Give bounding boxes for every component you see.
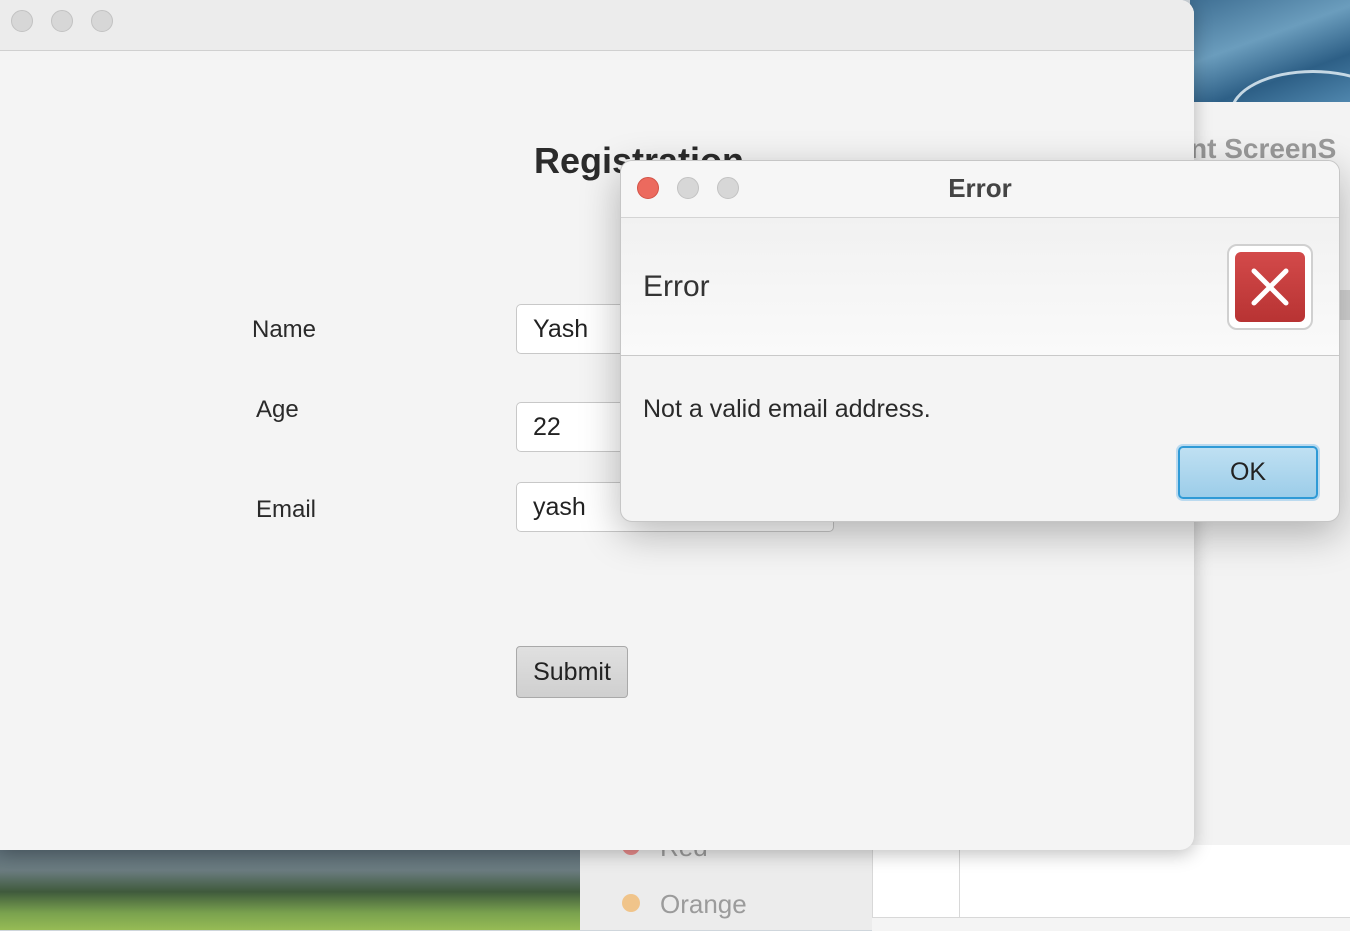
close-button[interactable] bbox=[11, 10, 33, 32]
minimize-button[interactable] bbox=[51, 10, 73, 32]
email-label: Email bbox=[256, 496, 317, 523]
background-table bbox=[872, 845, 1350, 917]
error-icon-frame bbox=[1227, 244, 1313, 330]
dialog-title: Error bbox=[948, 173, 1012, 203]
wallpaper-landscape bbox=[0, 845, 580, 930]
legend-dot-icon bbox=[622, 894, 640, 913]
ok-button[interactable]: OK bbox=[1178, 446, 1318, 499]
submit-button[interactable]: Submit bbox=[516, 646, 628, 698]
background-table-footer bbox=[872, 917, 1350, 931]
zoom-button[interactable] bbox=[91, 10, 113, 32]
age-label: Age bbox=[256, 396, 299, 423]
name-label: Name bbox=[252, 316, 317, 343]
dialog-titlebar[interactable]: Error bbox=[621, 161, 1339, 218]
window-titlebar[interactable] bbox=[0, 0, 1194, 51]
dialog-header: Error bbox=[621, 218, 1339, 356]
error-x-icon bbox=[1235, 252, 1305, 322]
error-dialog: Error Error Not a valid email address. O… bbox=[620, 160, 1340, 522]
dialog-message: Not a valid email address. bbox=[643, 395, 931, 423]
dialog-header-text: Error bbox=[643, 270, 710, 303]
legend-item-orange: Orange bbox=[622, 889, 747, 920]
wallpaper-fragment bbox=[1190, 0, 1350, 102]
